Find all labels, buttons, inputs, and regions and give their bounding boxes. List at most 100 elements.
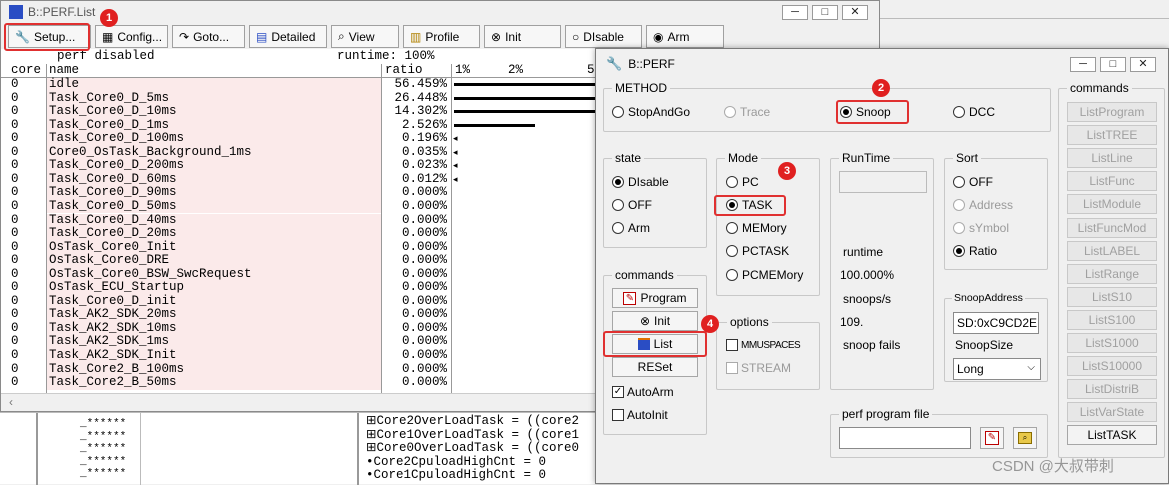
expand-icon[interactable]: ⊞	[366, 441, 376, 455]
table-row[interactable]: 0 Task_Core2_B_100ms 0.000%	[1, 362, 601, 377]
method-dcc-radio[interactable]: DCC	[953, 105, 995, 119]
table-row[interactable]: 0 Task_Core0_D_100ms 0.196% ◂	[1, 132, 601, 146]
minimize-button[interactable]: ─	[1070, 57, 1096, 72]
cmd-listmodule-button[interactable]: ListModule	[1067, 194, 1157, 215]
autoarm-checkbox[interactable]: ✓ AutoArm	[612, 385, 674, 399]
table-row[interactable]: 0 Task_AK2_SDK_10ms 0.000%	[1, 321, 601, 336]
state-disable-radio[interactable]: DIsable	[612, 175, 669, 189]
profile-toolbar-button[interactable]: ▥ Profile	[403, 25, 480, 48]
mode-memory-radio[interactable]: MEMory	[726, 221, 787, 235]
cmd-listvarstate-button[interactable]: ListVarState	[1067, 402, 1157, 423]
cell-core: 0	[11, 280, 19, 295]
snoop-size-select[interactable]: Long ⌵	[953, 358, 1041, 380]
table-row[interactable]: 0 Task_Core0_D_50ms 0.000%	[1, 199, 601, 214]
table-row[interactable]: 0 idle 56.459%	[1, 77, 601, 92]
table-row[interactable]: 0 Task_Core0_D_10ms 14.302%	[1, 105, 601, 119]
reset-button[interactable]: RESet	[612, 357, 698, 377]
init-toolbar-button[interactable]: ⊗ Init	[484, 25, 561, 48]
maximize-button[interactable]: □	[812, 5, 838, 20]
minimize-button[interactable]: ─	[782, 5, 808, 20]
cmd-listrange-button[interactable]: ListRange	[1067, 263, 1157, 284]
mode-pctask-radio[interactable]: PCTASK	[726, 244, 789, 258]
stream-checkbox[interactable]: STREAM	[726, 361, 791, 375]
cell-name: Task_AK2_SDK_1ms	[49, 334, 170, 349]
table-row[interactable]: 0 Task_Core0_D_200ms 0.023% ◂	[1, 159, 601, 173]
expand-icon[interactable]: •	[366, 468, 374, 482]
watch-line[interactable]: •Core2CpuloadHighCnt = 0	[366, 455, 579, 470]
watch-line[interactable]: ⊞Core1OverLoadTask = ((core1	[366, 428, 579, 443]
maximize-button[interactable]: □	[1100, 57, 1126, 72]
expand-icon[interactable]: ⊞	[366, 428, 376, 442]
view-toolbar-button[interactable]: ⌕ View	[331, 25, 399, 48]
cmd-listtree-button[interactable]: ListTREE	[1067, 125, 1157, 146]
table-row[interactable]: 0 Task_Core0_D_1ms 2.526%	[1, 118, 601, 133]
table-row[interactable]: 0 Task_Core0_D_90ms 0.000%	[1, 186, 601, 200]
cmd-listprogram-button[interactable]: ListProgram	[1067, 102, 1157, 122]
state-arm-radio[interactable]: Arm	[612, 221, 650, 235]
goto-toolbar-button[interactable]: ↷ Goto...	[172, 25, 245, 48]
mmuspaces-checkbox[interactable]: MMUSPACES	[726, 339, 801, 351]
cmd-listlabel-button[interactable]: ListLABEL	[1067, 240, 1157, 261]
table-row[interactable]: 0 Core0_OsTask_Background_1ms 0.035% ◂	[1, 145, 601, 160]
table-row[interactable]: 0 Task_Core2_B_50ms 0.000%	[1, 376, 601, 390]
watch-line[interactable]: ⊞Core0OverLoadTask = ((core0	[366, 441, 579, 456]
watch-line[interactable]: ⊞Core2OverLoadTask = ((core2	[366, 414, 579, 429]
cmd-lists1000-button[interactable]: ListS1000	[1067, 333, 1157, 353]
column-header-name[interactable]: name	[49, 63, 79, 78]
cmd-lists100-button[interactable]: ListS100	[1067, 309, 1157, 330]
snoop-address-input[interactable]: SD:0xC9CD2E	[953, 312, 1039, 334]
column-header-ratio[interactable]: ratio	[385, 63, 423, 78]
sort-address-radio[interactable]: Address	[953, 198, 1013, 212]
table-row[interactable]: 0 Task_Core0_D_20ms 0.000%	[1, 227, 601, 241]
edit-program-button[interactable]: ✎	[980, 427, 1004, 449]
program-button[interactable]: ✎ Program	[612, 288, 698, 308]
column-header-core[interactable]: core	[11, 63, 41, 78]
mode-pcmemory-radio[interactable]: PCMEMory	[726, 268, 803, 282]
cmd-lists10000-button[interactable]: ListS10000	[1067, 356, 1157, 377]
table-row[interactable]: 0 Task_AK2_SDK_1ms 0.000%	[1, 335, 601, 349]
table-row[interactable]: 0 OsTask_Core0_Init 0.000%	[1, 240, 601, 255]
state-off-radio[interactable]: OFF	[612, 198, 652, 212]
table-row[interactable]: 0 Task_AK2_SDK_Init 0.000%	[1, 348, 601, 363]
disable-toolbar-button[interactable]: ○ DIsable	[565, 25, 642, 48]
watch-line[interactable]: •Core1CpuloadHighCnt = 0	[366, 468, 579, 483]
cell-ratio: 14.302%	[394, 104, 447, 119]
expand-icon[interactable]: ⊞	[366, 414, 376, 428]
cmd-lists10-button[interactable]: ListS10	[1067, 286, 1157, 307]
init-button[interactable]: ⊗ Init	[612, 311, 698, 331]
mode-pc-radio[interactable]: PC	[726, 175, 759, 189]
table-row[interactable]: 0 Task_Core0_D_60ms 0.012% ◂	[1, 172, 601, 187]
method-stopandgo-radio[interactable]: StopAndGo	[612, 105, 690, 119]
cmd-listdistrib-button[interactable]: ListDistriB	[1067, 379, 1157, 400]
horizontal-scrollbar[interactable]: ‹	[1, 393, 601, 411]
table-row[interactable]: 0 Task_AK2_SDK_20ms 0.000%	[1, 308, 601, 322]
runtime-label: runtime	[843, 245, 884, 259]
cmd-listfunc-button[interactable]: ListFunc	[1067, 171, 1157, 192]
cmd-listfuncmod-button[interactable]: ListFuncMod	[1067, 217, 1157, 238]
detailed-toolbar-button[interactable]: ▤ Detailed	[249, 25, 327, 48]
sort-off-radio[interactable]: OFF	[953, 175, 993, 189]
close-button[interactable]: ✕	[842, 5, 868, 20]
program-file-input[interactable]	[839, 427, 971, 449]
expand-icon[interactable]: •	[366, 455, 374, 469]
cmd-listline-button[interactable]: ListLine	[1067, 148, 1157, 169]
table-row[interactable]: 0 OsTask_Core0_DRE 0.000%	[1, 254, 601, 268]
checkbox-label: AutoInit	[627, 408, 668, 422]
method-trace-radio[interactable]: Trace	[724, 105, 770, 119]
table-row[interactable]: 0 OsTask_Core0_BSW_SwcRequest 0.000%	[1, 267, 601, 282]
table-row[interactable]: 0 Task_Core0_D_40ms 0.000%	[1, 213, 601, 228]
scroll-left-icon[interactable]: ‹	[9, 395, 13, 409]
autoinit-checkbox[interactable]: AutoInit	[612, 408, 668, 422]
browse-program-button[interactable]: ⌕	[1013, 427, 1037, 449]
sort-symbol-radio[interactable]: sYmbol	[953, 221, 1009, 235]
config-toolbar-button[interactable]: ▦ Config...	[95, 25, 168, 48]
table-row[interactable]: 0 Task_Core0_D_5ms 26.448%	[1, 91, 601, 106]
cmd-listtask-button[interactable]: ListTASK	[1067, 425, 1157, 446]
radio-icon	[953, 222, 965, 234]
close-button[interactable]: ✕	[1130, 57, 1156, 72]
table-row[interactable]: 0 OsTask_ECU_Startup 0.000%	[1, 281, 601, 295]
table-row[interactable]: 0 Task_Core0_D_init 0.000%	[1, 294, 601, 309]
arm-toolbar-button[interactable]: ◉ Arm	[646, 25, 724, 48]
radio-label: DIsable	[628, 175, 669, 189]
sort-ratio-radio[interactable]: Ratio	[953, 244, 997, 258]
